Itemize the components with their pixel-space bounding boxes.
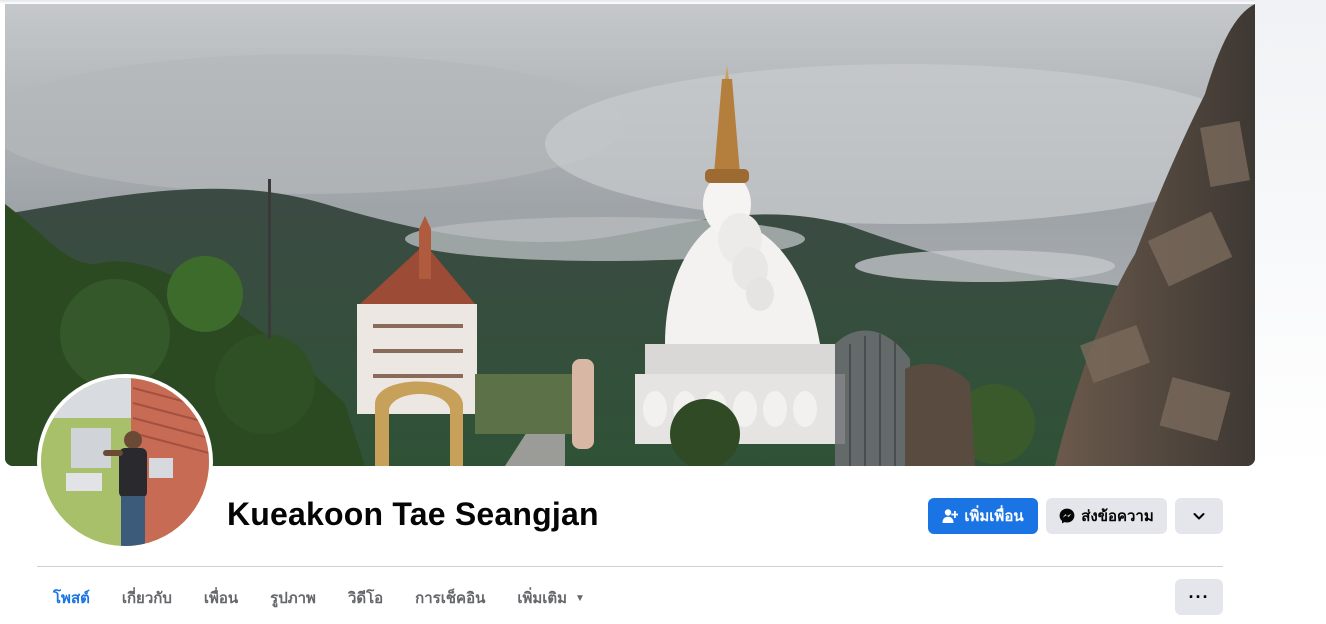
cover-photo-image [5, 4, 1255, 466]
profile-tabs: โพสต์ เกี่ยวกับ เพื่อน รูปภาพ วิดีโอ การ… [37, 580, 601, 616]
header-divider [37, 566, 1223, 567]
messenger-icon [1059, 508, 1075, 524]
tab-label: รูปภาพ [270, 590, 316, 607]
cover-photo[interactable] [5, 4, 1255, 466]
profile-options-button[interactable] [1175, 498, 1223, 534]
tab-check-ins[interactable]: การเช็คอิน [399, 580, 501, 616]
tab-posts[interactable]: โพสต์ [37, 580, 106, 616]
caret-down-icon: ▼ [575, 592, 585, 604]
tab-photos[interactable]: รูปภาพ [254, 580, 332, 616]
more-options-button[interactable]: ··· [1175, 579, 1223, 615]
more-dots-icon: ··· [1188, 586, 1210, 607]
tab-label: เพื่อน [203, 590, 239, 607]
message-label: ส่งข้อความ [1081, 508, 1154, 525]
tab-label: วิดีโอ [347, 590, 384, 607]
tab-more[interactable]: เพิ่มเติม ▼ [501, 580, 601, 616]
profile-page: Kueakoon Tae Seangjan เพิ่มเพื่อน ส่งข้อ… [0, 0, 1326, 624]
chevron-down-icon [1191, 508, 1207, 524]
add-friend-button[interactable]: เพิ่มเพื่อน [928, 498, 1038, 534]
right-fade [1255, 0, 1326, 470]
tab-label: เพิ่มเติม [517, 590, 568, 607]
tab-label: การเช็คอิน [415, 590, 486, 607]
person-add-icon [942, 508, 959, 524]
tab-videos[interactable]: วิดีโอ [332, 580, 399, 616]
avatar-photo [41, 378, 209, 546]
profile-name: Kueakoon Tae Seangjan [227, 496, 599, 532]
avatar-photo-image [41, 378, 209, 546]
tab-label: เกี่ยวกับ [121, 590, 172, 607]
message-button[interactable]: ส่งข้อความ [1046, 498, 1167, 534]
tab-label: โพสต์ [53, 590, 90, 607]
tab-about[interactable]: เกี่ยวกับ [106, 580, 188, 616]
tab-friends[interactable]: เพื่อน [188, 580, 254, 616]
add-friend-label: เพิ่มเพื่อน [964, 508, 1024, 525]
profile-avatar[interactable] [37, 374, 213, 550]
